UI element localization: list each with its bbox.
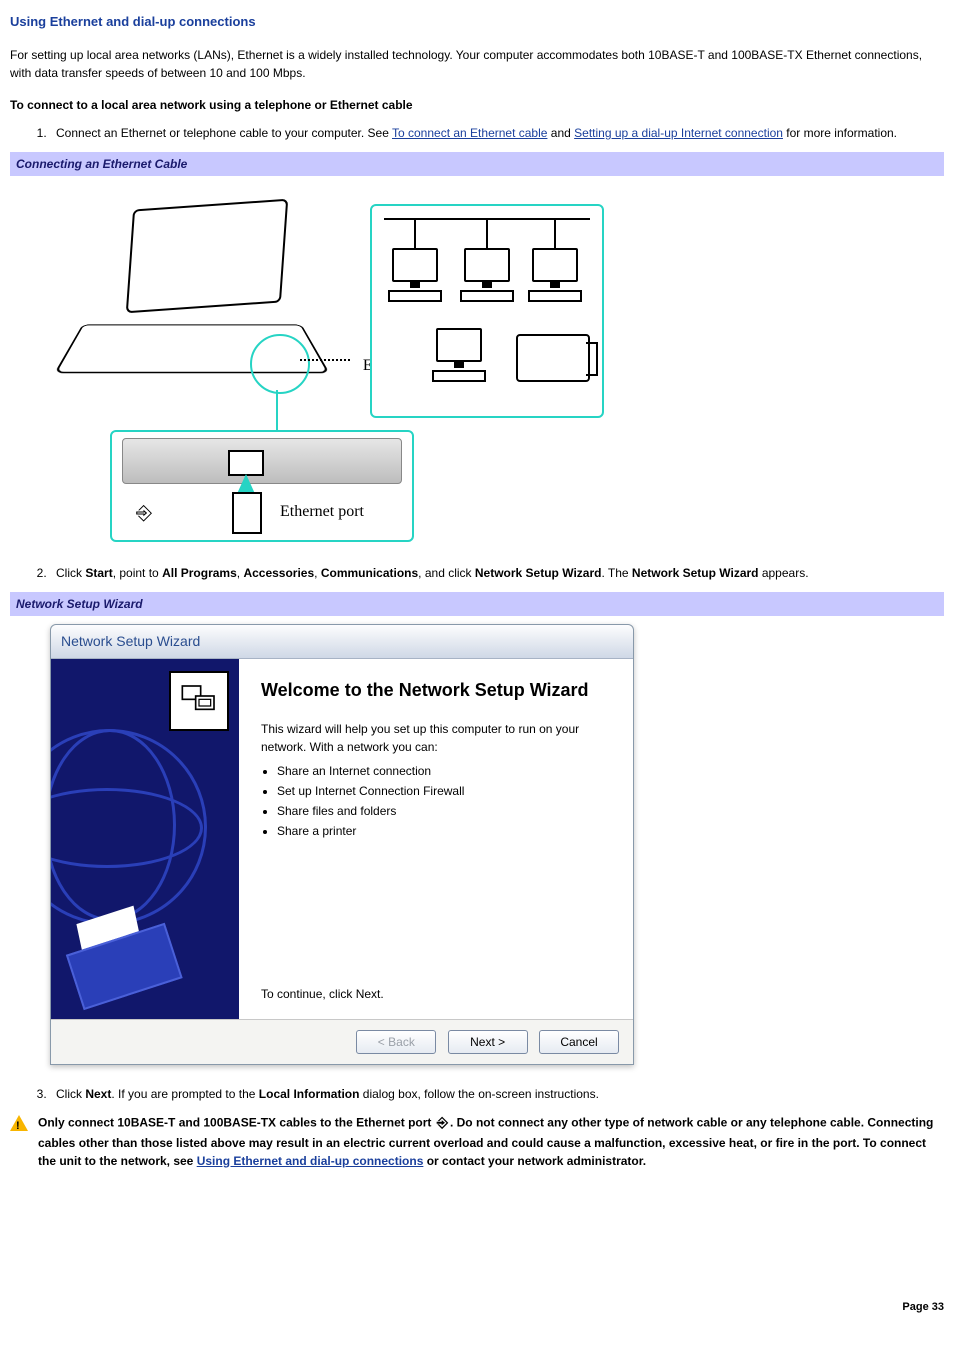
kw-all-programs: All Programs	[162, 566, 237, 580]
link-setting-up-dialup[interactable]: Setting up a dial-up Internet connection	[574, 126, 783, 140]
kw-network-setup-wizard: Network Setup Wizard	[475, 566, 602, 580]
figure-caption-wizard: Network Setup Wizard	[10, 592, 944, 616]
wizard-bullet-list: Share an Internet connection Set up Inte…	[277, 762, 611, 840]
step-3: Click Next. If you are prompted to the L…	[50, 1085, 944, 1103]
link-connect-ethernet-cable[interactable]: To connect an Ethernet cable	[392, 126, 547, 140]
warning-text-pre: Only connect 10BASE-T and 100BASE-TX cab…	[38, 1115, 435, 1129]
kw-next: Next	[85, 1087, 111, 1101]
wizard-heading: Welcome to the Network Setup Wizard	[261, 677, 611, 704]
figure-ethernet-diagram: Ethernet cable ⎆ Ethernet port	[50, 184, 944, 544]
warning-text-post: or contact your network administrator.	[423, 1154, 646, 1168]
kw-start: Start	[85, 566, 112, 580]
kw-network-setup-wizard-2: Network Setup Wizard	[632, 566, 759, 580]
page-number: Page 33	[902, 1299, 944, 1316]
ethernet-port-detail: ⎆ Ethernet port	[110, 430, 414, 542]
wizard-side-graphic	[51, 659, 239, 1019]
wizard-titlebar: Network Setup Wizard	[51, 625, 633, 659]
wizard-bullet: Share files and folders	[277, 802, 611, 820]
wizard-bullet: Share a printer	[277, 822, 611, 840]
kw-communications: Communications	[321, 566, 418, 580]
next-button[interactable]: Next >	[448, 1030, 528, 1054]
link-using-ethernet-dialup[interactable]: Using Ethernet and dial-up connections	[197, 1154, 424, 1168]
warning-block: Only connect 10BASE-T and 100BASE-TX cab…	[10, 1113, 944, 1170]
network-port-glyph-icon: ⎆	[136, 498, 152, 528]
cancel-button[interactable]: Cancel	[539, 1030, 619, 1054]
warning-triangle-icon	[10, 1115, 28, 1131]
printer-icon	[516, 334, 590, 382]
computers-icon	[169, 671, 229, 731]
kw-local-information: Local Information	[259, 1087, 360, 1101]
network-setup-wizard-dialog: Network Setup Wizard Welcome to the Netw…	[50, 624, 634, 1065]
step-1: Connect an Ethernet or telephone cable t…	[50, 124, 944, 142]
wizard-bullet: Share an Internet connection	[277, 762, 611, 780]
ethernet-port-label: Ethernet port	[280, 500, 364, 524]
step-2: Click Start, point to All Programs, Acce…	[50, 564, 944, 582]
back-button: < Back	[356, 1030, 436, 1054]
section-title: Using Ethernet and dial-up connections	[10, 12, 944, 32]
kw-accessories: Accessories	[243, 566, 314, 580]
step1-text-mid: and	[547, 126, 574, 140]
wizard-description: This wizard will help you set up this co…	[261, 720, 611, 756]
network-devices-illustration	[370, 204, 604, 418]
procedure-heading: To connect to a local area network using…	[10, 96, 944, 114]
wizard-continue-text: To continue, click Next.	[261, 985, 384, 1003]
globe-icon	[51, 729, 207, 925]
network-port-glyph-icon: ⎆	[435, 1113, 450, 1134]
wizard-button-row: < Back Next > Cancel	[51, 1019, 633, 1064]
step1-text-post: for more information.	[783, 126, 897, 140]
figure-caption-ethernet: Connecting an Ethernet Cable	[10, 152, 944, 176]
ethernet-port-highlight-icon	[250, 334, 310, 394]
intro-paragraph: For setting up local area networks (LANs…	[10, 46, 944, 82]
step1-text-pre: Connect an Ethernet or telephone cable t…	[56, 126, 392, 140]
wizard-bullet: Set up Internet Connection Firewall	[277, 782, 611, 800]
